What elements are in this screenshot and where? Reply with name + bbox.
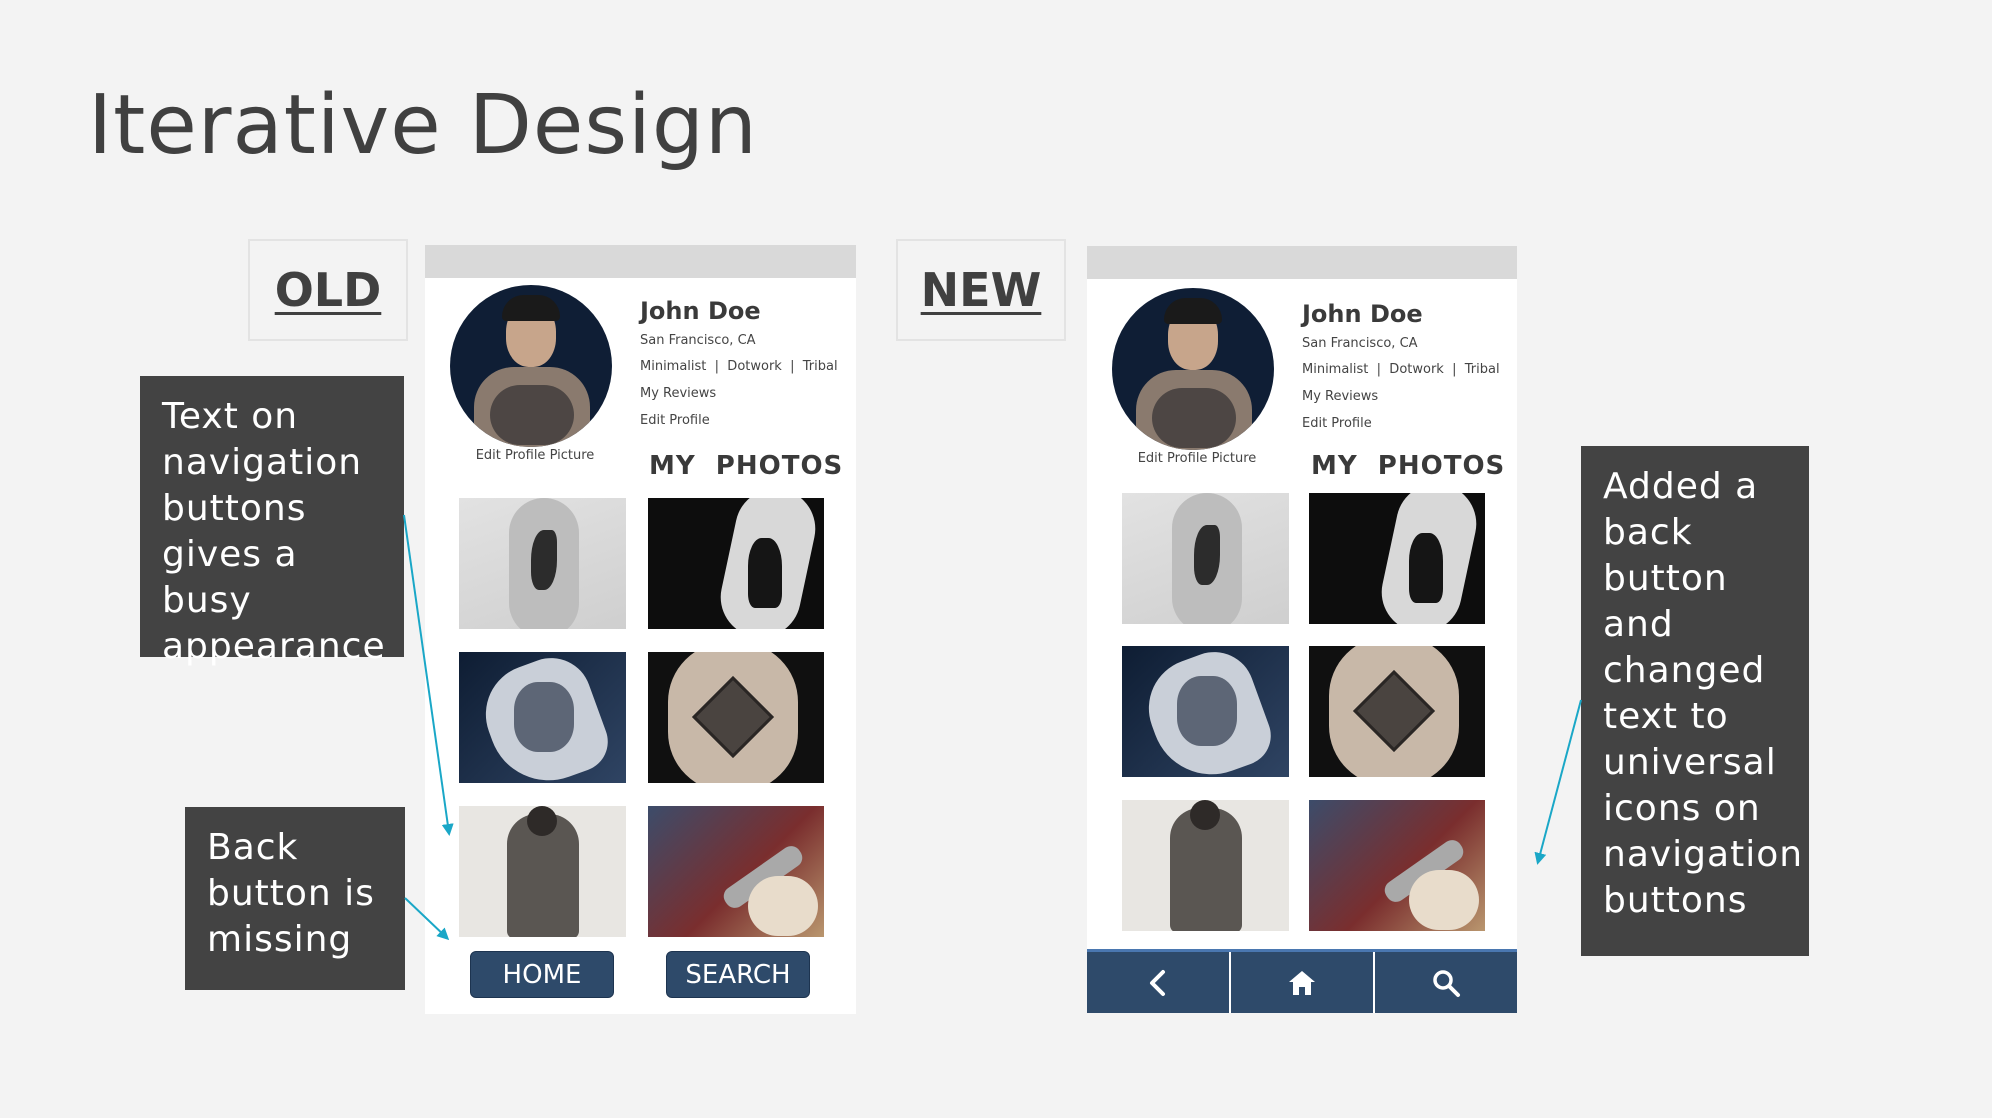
photo-thumbnail[interactable] xyxy=(1122,646,1289,777)
photo-thumbnail[interactable] xyxy=(648,652,824,783)
photo-thumbnail[interactable] xyxy=(1122,800,1289,931)
photo-thumbnail[interactable] xyxy=(648,498,824,629)
my-photos-heading: MY PHOTOS xyxy=(1311,451,1506,481)
status-bar xyxy=(1087,246,1517,279)
photo-thumbnail[interactable] xyxy=(1309,646,1485,777)
slide-title: Iterative Design xyxy=(88,78,758,173)
chevron-left-icon xyxy=(1150,969,1165,996)
old-phone-mockup: Edit Profile Picture John Doe San Franci… xyxy=(425,245,856,1014)
back-button[interactable] xyxy=(1087,952,1231,1013)
note-back-missing: Back button is missing xyxy=(185,807,405,990)
home-icon xyxy=(1289,970,1315,995)
edit-profile-link[interactable]: Edit Profile xyxy=(640,413,710,428)
status-bar xyxy=(425,245,856,278)
arrow-added-to-navbar xyxy=(1534,699,1582,865)
photo-thumbnail[interactable] xyxy=(459,806,626,937)
photo-thumbnail[interactable] xyxy=(459,498,626,629)
home-nav-button[interactable] xyxy=(1231,952,1375,1013)
avatar[interactable] xyxy=(450,285,612,447)
search-nav-button[interactable] xyxy=(1375,952,1517,1013)
photo-thumbnail[interactable] xyxy=(1309,493,1485,624)
new-phone-mockup: Edit Profile Picture John Doe San Franci… xyxy=(1087,246,1517,1013)
my-reviews-link[interactable]: My Reviews xyxy=(1302,389,1378,404)
profile-name: John Doe xyxy=(640,297,761,325)
photo-thumbnail[interactable] xyxy=(1309,800,1485,931)
note-added-back-button: Added a back button and changed text to … xyxy=(1581,446,1809,956)
edit-profile-picture-link[interactable]: Edit Profile Picture xyxy=(1117,451,1277,466)
photo-thumbnail[interactable] xyxy=(648,806,824,937)
profile-location: San Francisco, CA xyxy=(640,333,756,348)
home-button[interactable]: HOME xyxy=(470,951,614,998)
old-label: OLD xyxy=(248,239,408,341)
profile-name: John Doe xyxy=(1302,300,1423,328)
avatar[interactable] xyxy=(1112,288,1274,450)
my-photos-heading: MY PHOTOS xyxy=(649,451,844,481)
search-icon xyxy=(1433,969,1460,997)
profile-styles: Minimalist | Dotwork | Tribal xyxy=(1302,362,1500,377)
photo-thumbnail[interactable] xyxy=(459,652,626,783)
bottom-navigation-bar xyxy=(1087,949,1517,1013)
profile-styles: Minimalist | Dotwork | Tribal xyxy=(640,359,838,374)
new-label: NEW xyxy=(896,239,1066,341)
note-busy-text: Text on navigation buttons gives a busy … xyxy=(140,376,404,667)
my-reviews-link[interactable]: My Reviews xyxy=(640,386,716,401)
edit-profile-picture-link[interactable]: Edit Profile Picture xyxy=(455,448,615,463)
profile-location: San Francisco, CA xyxy=(1302,336,1418,351)
photo-thumbnail[interactable] xyxy=(1122,493,1289,624)
edit-profile-link[interactable]: Edit Profile xyxy=(1302,416,1372,431)
search-button[interactable]: SEARCH xyxy=(666,951,810,998)
